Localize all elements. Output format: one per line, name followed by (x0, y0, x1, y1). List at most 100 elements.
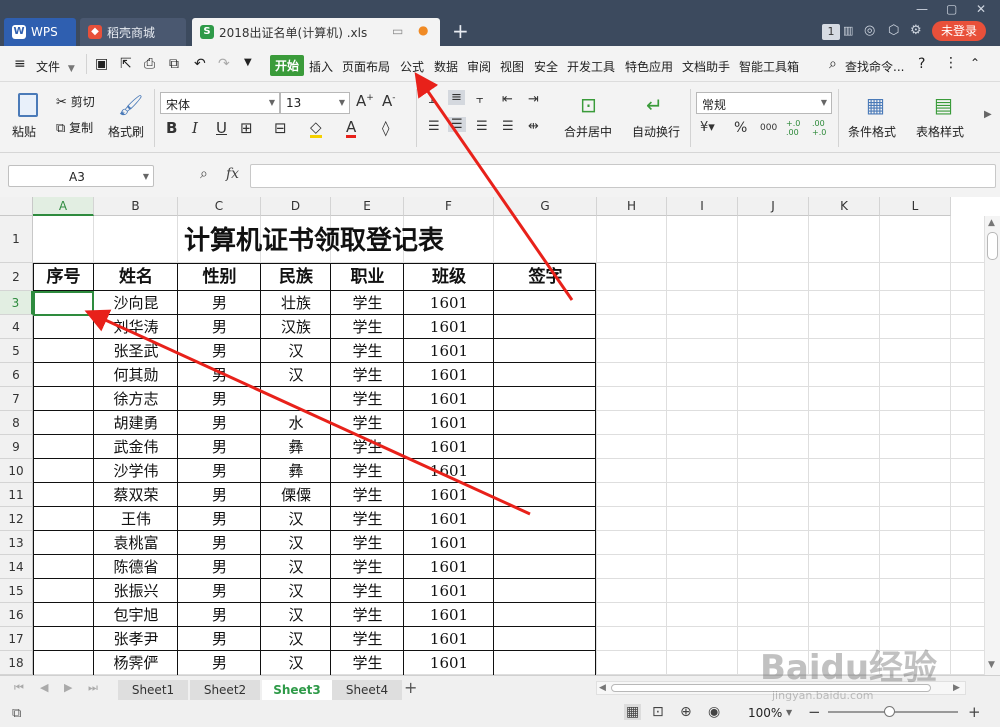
export-icon[interactable]: ⇱ (120, 56, 132, 72)
minimize-icon[interactable]: — (916, 2, 928, 16)
login-button[interactable]: 未登录 (932, 21, 986, 41)
save-icon[interactable]: ▣ (95, 56, 108, 72)
page-break-view-icon[interactable]: ⊡ (652, 704, 664, 720)
scroll-right-icon[interactable]: ▶ (953, 683, 960, 693)
more-options-icon[interactable]: ⋮ (944, 55, 958, 71)
menu-item-page-layout[interactable]: 页面布局 (342, 58, 390, 75)
format-painter-button[interactable]: 🖌 格式刷 (108, 91, 148, 147)
zoom-in-button[interactable]: + (968, 703, 981, 721)
menu-item-developer[interactable]: 开发工具 (567, 58, 615, 75)
settings-icon[interactable]: ⚙ (910, 23, 922, 38)
merge-center-button[interactable]: ⊡ 合并居中 (562, 91, 622, 147)
align-center-icon[interactable]: ☰ (448, 117, 466, 132)
collapse-ribbon-icon[interactable]: ⌃ (970, 56, 980, 70)
font-size-select[interactable]: 13 ▼ (280, 92, 350, 114)
undo-icon[interactable]: ↶ (194, 56, 206, 72)
redo-icon[interactable]: ↷ (218, 56, 230, 72)
increase-font-icon[interactable]: A+ (356, 92, 374, 110)
add-sheet-button[interactable]: + (404, 678, 417, 697)
menu-item-special[interactable]: 特色应用 (625, 58, 673, 75)
align-middle-icon[interactable]: ≡ (448, 90, 465, 105)
decrease-decimal-button[interactable]: .00 +.0 (812, 119, 832, 137)
menu-item-doc-assistant[interactable]: 文档助手 (682, 58, 730, 75)
search-icon[interactable]: ⌕ (829, 56, 837, 72)
font-name-select[interactable]: 宋体 ▼ (160, 92, 280, 114)
align-right-icon[interactable]: ☰ (476, 119, 488, 134)
border-icon[interactable]: ⊞ (240, 119, 253, 137)
conditional-format-button[interactable]: ▦ 条件格式 (846, 91, 908, 147)
normal-view-icon[interactable]: ▦ (624, 704, 642, 720)
cell-style-icon[interactable]: ⊟ (274, 119, 287, 137)
copy-button[interactable]: ⧉ 复制 (56, 119, 93, 136)
distributed-icon[interactable]: ⇹ (528, 119, 539, 134)
help-icon[interactable]: ? (918, 56, 925, 72)
share-icon[interactable]: ⬡ (888, 23, 899, 38)
thousands-button[interactable]: 000 (760, 123, 777, 133)
sheet-tab-sheet4[interactable]: Sheet4 (332, 680, 402, 700)
sheet-tab-sheet3[interactable]: Sheet3 (262, 680, 332, 700)
spreadsheet-grid[interactable]: ABCDEFGHIJKL 1 2 3 4 5 6 7 8 9 10 11 12 13 14 15 16 17 18… (0, 197, 1000, 675)
next-sheet-icon[interactable]: ▶ (64, 681, 72, 694)
paste-button[interactable]: 粘贴 (10, 91, 46, 147)
tab-document[interactable]: S 2018出证名单(计算机) .xls ▭ ● (192, 18, 440, 46)
menu-item-data[interactable]: 数据 (434, 58, 458, 75)
sheet-tab-sheet1[interactable]: Sheet1 (118, 680, 188, 700)
zoom-slider[interactable] (828, 706, 958, 717)
table-style-button[interactable]: ▤ 表格样式 (914, 91, 976, 147)
tab-docer[interactable]: ◆ 稻壳商城 (80, 18, 186, 46)
tab-wps[interactable]: W WPS (4, 18, 76, 46)
italic-icon[interactable]: I (192, 119, 198, 137)
zoom-dropdown-icon[interactable]: ▼ (786, 708, 792, 717)
window-list-icon[interactable]: ▥ (843, 24, 853, 37)
justify-icon[interactable]: ☰ (502, 119, 514, 134)
underline-icon[interactable]: U (216, 119, 227, 137)
zoom-search-icon[interactable]: ⌕ (200, 166, 208, 182)
file-menu[interactable]: 文件 ▼ (36, 58, 75, 75)
skin-icon[interactable]: ◎ (864, 23, 875, 38)
formula-input[interactable] (250, 164, 996, 188)
menu-item-smart-toolbox[interactable]: 智能工具箱 (739, 58, 799, 75)
menu-item-start[interactable]: 开始 (270, 55, 305, 76)
first-sheet-icon[interactable]: ⏮ (14, 681, 24, 695)
font-color-icon[interactable]: A (346, 119, 357, 138)
number-format-select[interactable]: 常规 ▼ (696, 92, 832, 114)
menu-item-security[interactable]: 安全 (534, 58, 558, 75)
last-sheet-icon[interactable]: ⏭ (88, 681, 98, 695)
zoom-slider-thumb[interactable] (884, 706, 895, 717)
eye-protection-icon[interactable]: ◉ (708, 704, 720, 720)
more-icon[interactable]: ▼ (244, 57, 252, 68)
search-command[interactable]: 查找命令... (845, 58, 904, 75)
monitor-icon[interactable]: ▭ (392, 24, 403, 38)
new-tab-button[interactable]: + (452, 20, 469, 42)
zoom-level[interactable]: 100% (748, 706, 782, 720)
currency-icon[interactable]: ¥▾ (700, 120, 715, 135)
print-preview-icon[interactable]: ⧉ (169, 56, 179, 72)
menu-item-review[interactable]: 审阅 (467, 58, 491, 75)
decrease-font-icon[interactable]: A- (382, 92, 396, 110)
scroll-left-icon[interactable]: ◀ (599, 683, 606, 693)
fx-button[interactable]: fx (226, 166, 239, 182)
menu-item-formula[interactable]: 公式 (400, 58, 424, 75)
maximize-icon[interactable]: ▢ (946, 2, 957, 16)
align-top-icon[interactable]: ⫠ (428, 92, 436, 107)
bold-icon[interactable]: B (166, 119, 177, 137)
close-icon[interactable]: ✕ (976, 2, 986, 16)
print-icon[interactable]: ⎙ (144, 56, 155, 72)
prev-sheet-icon[interactable]: ◀ (40, 681, 48, 694)
decrease-indent-icon[interactable]: ⇤ (502, 92, 513, 107)
fill-color-icon[interactable]: ◇ (310, 119, 322, 138)
menu-item-insert[interactable]: 插入 (309, 58, 333, 75)
align-left-icon[interactable]: ☰ (428, 119, 440, 134)
increase-decimal-button[interactable]: +.0 .00 (786, 119, 806, 137)
name-box[interactable]: A3 ▼ (8, 165, 154, 187)
align-bottom-icon[interactable]: ⫟ (476, 92, 484, 107)
page-layout-view-icon[interactable]: ⊕ (680, 704, 692, 720)
percent-button[interactable]: % (734, 120, 747, 136)
increase-indent-icon[interactable]: ⇥ (528, 92, 539, 107)
sheet-tab-sheet2[interactable]: Sheet2 (190, 680, 260, 700)
macro-icon[interactable]: ⧉ (12, 706, 21, 721)
wrap-text-button[interactable]: ↵ 自动换行 (630, 91, 682, 147)
hamburger-icon[interactable]: ≡ (14, 56, 26, 72)
ribbon-scroll-icon[interactable]: ▶ (984, 109, 992, 120)
zoom-out-button[interactable]: − (808, 703, 821, 721)
